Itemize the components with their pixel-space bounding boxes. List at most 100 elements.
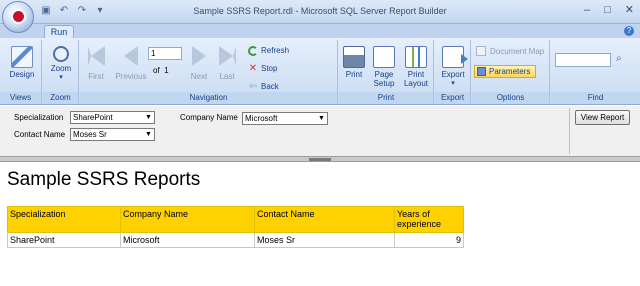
- find-group-label: Find: [551, 92, 640, 103]
- next-label: Next: [190, 72, 208, 81]
- refresh-label: Refresh: [261, 46, 290, 55]
- cell-company-name: Microsoft: [120, 232, 255, 248]
- close-button[interactable]: ✕: [625, 4, 634, 16]
- chevron-down-icon: ▼: [318, 115, 325, 122]
- specialization-value: SharePoint: [73, 113, 113, 122]
- print-group: Print Page Setup Print Layout Print: [339, 40, 434, 103]
- refresh-button[interactable]: Refresh: [248, 46, 289, 56]
- application-button[interactable]: [2, 1, 34, 33]
- navigation-group-label: Navigation: [80, 92, 337, 103]
- first-label: First: [88, 72, 104, 81]
- window-controls: – □ ✕: [584, 4, 634, 16]
- document-map-icon: [476, 46, 486, 56]
- design-label: Design: [9, 70, 35, 79]
- parameters-label: Parameters: [489, 67, 531, 76]
- print-group-label: Print: [339, 92, 433, 103]
- ribbon: Design Views Zoom ▾ Zoom First Previous …: [0, 38, 640, 105]
- print-button[interactable]: Print: [342, 46, 366, 79]
- last-page-button[interactable]: Last: [215, 46, 239, 81]
- table-header-row: Specialization Company Name Contact Name…: [7, 206, 464, 233]
- stop-label: Stop: [261, 64, 278, 73]
- page-setup-button[interactable]: Page Setup: [370, 46, 398, 88]
- refresh-icon: [248, 46, 258, 56]
- parameters-icon: [477, 67, 486, 76]
- specialization-dropdown[interactable]: SharePoint ▼: [70, 111, 155, 124]
- current-page-input[interactable]: 1: [148, 47, 182, 60]
- zoom-button[interactable]: Zoom ▾: [47, 46, 75, 82]
- chevron-down-icon: ▼: [145, 114, 152, 121]
- column-header-contact-name: Contact Name: [254, 206, 395, 233]
- zoom-group-label: Zoom: [43, 92, 78, 103]
- view-report-button[interactable]: View Report: [575, 110, 630, 125]
- report-table: Specialization Company Name Contact Name…: [7, 206, 464, 248]
- next-page-icon: [192, 46, 206, 66]
- print-label: Print: [345, 70, 363, 79]
- total-pages: 1: [164, 66, 169, 75]
- design-icon: [11, 46, 33, 68]
- window-title: Sample SSRS Report.rdl - Microsoft SQL S…: [193, 6, 447, 16]
- contact-name-value: Moses Sr: [73, 130, 107, 139]
- export-group: Export ▾ Export: [435, 40, 471, 103]
- report-builder-logo-icon: [11, 9, 26, 24]
- parameters-button[interactable]: Parameters: [474, 65, 536, 78]
- specialization-label: Specialization: [14, 113, 64, 122]
- find-group: Find: [551, 40, 640, 103]
- title-bar: ▣ ↶ ↷ ▾ Sample SSRS Report.rdl - Microso…: [0, 0, 640, 33]
- printer-icon: [343, 46, 365, 68]
- parameters-splitter[interactable]: [0, 157, 640, 162]
- document-map-button[interactable]: Document Map: [476, 46, 544, 56]
- back-button[interactable]: ⇦ Back: [248, 82, 279, 92]
- zoom-group: Zoom ▾ Zoom: [43, 40, 79, 103]
- previous-page-button[interactable]: Previous: [113, 46, 149, 81]
- previous-page-icon: [124, 46, 138, 66]
- page-setup-icon: [373, 46, 395, 68]
- last-page-icon: [218, 46, 236, 66]
- page-setup-label: Page Setup: [373, 70, 395, 88]
- parameters-divider: [569, 108, 570, 154]
- print-layout-icon: [405, 46, 427, 68]
- find-input[interactable]: [555, 53, 611, 67]
- export-button[interactable]: Export ▾: [439, 46, 468, 88]
- export-icon: [442, 46, 468, 68]
- navigation-group: First Previous Next Last Navigation: [80, 40, 338, 103]
- first-page-button[interactable]: First: [84, 46, 108, 81]
- column-header-years-of-experience: Years of experience: [394, 206, 464, 233]
- document-map-label: Document Map: [490, 46, 545, 56]
- back-label: Back: [261, 82, 279, 91]
- tab-run[interactable]: Run: [44, 25, 74, 39]
- magnifier-icon: [53, 46, 69, 62]
- maximize-button[interactable]: □: [604, 4, 611, 16]
- table-row: SharePoint Microsoft Moses Sr 9: [7, 232, 464, 248]
- options-group-label: Options: [472, 92, 549, 103]
- help-icon[interactable]: ?: [624, 26, 634, 36]
- contact-name-dropdown[interactable]: Moses Sr ▼: [70, 128, 155, 141]
- print-layout-label: Print Layout: [403, 70, 429, 88]
- splitter-grip-icon[interactable]: [309, 158, 331, 161]
- stop-icon: ✕: [248, 63, 258, 74]
- back-arrow-icon: ⇦: [248, 81, 258, 92]
- of-label: of: [153, 66, 160, 75]
- previous-label: Previous: [115, 72, 147, 81]
- column-header-company-name: Company Name: [120, 206, 255, 233]
- report-title: Sample SSRS Reports: [7, 169, 201, 190]
- design-button[interactable]: Design: [6, 46, 38, 79]
- views-group: Design Views: [0, 40, 42, 103]
- report-viewer: Sample SSRS Reports Specialization Compa…: [0, 163, 640, 286]
- company-name-dropdown[interactable]: Microsoft ▼: [242, 112, 328, 125]
- contact-name-label: Contact Name: [14, 130, 66, 139]
- binoculars-icon[interactable]: ⌕: [616, 53, 622, 64]
- print-layout-button[interactable]: Print Layout: [401, 46, 431, 88]
- cell-contact-name: Moses Sr: [254, 232, 395, 248]
- minimize-button[interactable]: –: [584, 4, 590, 16]
- zoom-label: Zoom: [50, 64, 72, 73]
- next-page-button[interactable]: Next: [187, 46, 211, 81]
- page-count: of 1: [153, 66, 169, 75]
- last-label: Last: [219, 72, 235, 81]
- company-name-label: Company Name: [180, 113, 238, 122]
- first-page-icon: [87, 46, 105, 66]
- column-header-specialization: Specialization: [7, 206, 121, 233]
- chevron-down-icon: ▼: [145, 131, 152, 138]
- cell-specialization: SharePoint: [7, 232, 121, 248]
- ribbon-tabs: Run ?: [0, 24, 640, 39]
- stop-button[interactable]: ✕ Stop: [248, 63, 278, 74]
